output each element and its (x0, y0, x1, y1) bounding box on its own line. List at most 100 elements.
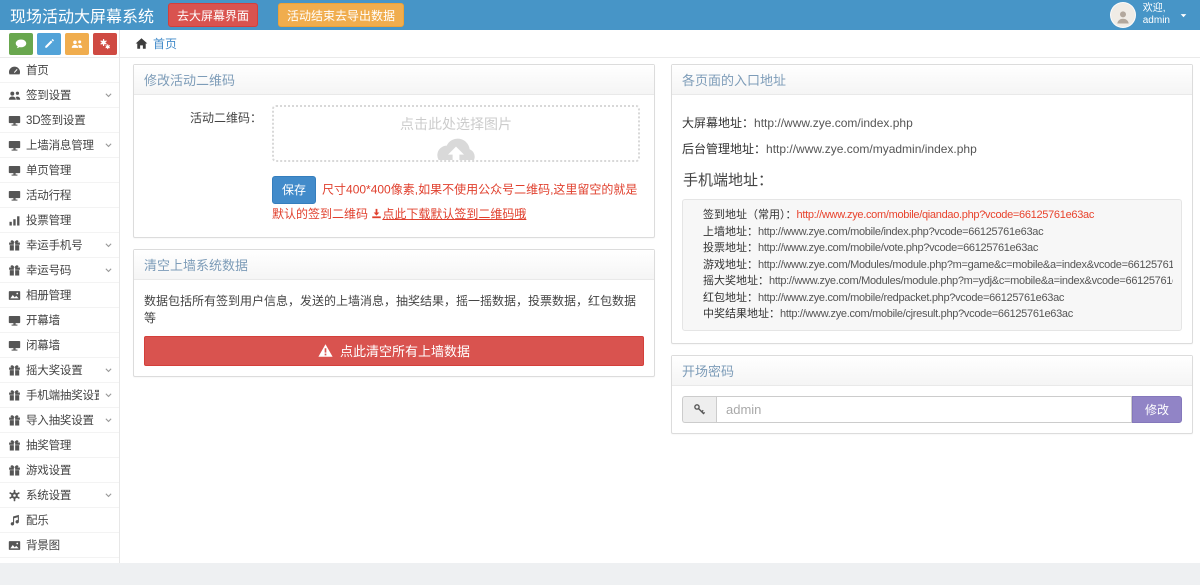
chart-icon (8, 214, 21, 227)
user-dropdown[interactable]: 欢迎, admin (1110, 2, 1200, 28)
breadcrumb: 首页 (120, 30, 177, 57)
qr-upload-dropzone[interactable]: 点击此处选择图片 (272, 105, 640, 162)
chevron-down-icon (104, 91, 113, 100)
content-area: 修改活动二维码 活动二维码： 点击此处选择图片 保存尺寸400*400像素,如果… (120, 58, 1200, 563)
gift-icon (8, 464, 21, 477)
export-data-button[interactable]: 活动结束去导出数据 (278, 3, 404, 27)
breadcrumb-home-link[interactable]: 首页 (153, 35, 177, 52)
sidebar-item[interactable]: 相册管理 (0, 283, 119, 308)
desktop-icon (8, 339, 21, 352)
settings-quick-button[interactable] (93, 33, 117, 55)
sidebar-item[interactable]: 单页管理 (0, 158, 119, 183)
sidebar-item[interactable]: 手机端抽奖设置 (0, 383, 119, 408)
sub-toolbar: 首页 (0, 30, 1200, 58)
photo-icon (8, 289, 21, 302)
sidebar-item[interactable]: 摇大奖设置 (0, 358, 119, 383)
pencil-icon (43, 38, 55, 50)
person-icon (1115, 9, 1131, 25)
gift-icon (8, 414, 21, 427)
avatar[interactable] (1110, 2, 1136, 28)
cloud-upload-icon (434, 135, 478, 162)
mobile-urls-heading: 手机端地址： (683, 169, 1182, 190)
gift-icon (8, 264, 21, 277)
entry-panel-title: 各页面的入口地址 (672, 65, 1192, 95)
sidebar-item[interactable]: 幸运号码 (0, 258, 119, 283)
sidebar-item[interactable]: 开幕墙 (0, 308, 119, 333)
warning-icon (318, 343, 333, 358)
go-bigscreen-button[interactable]: 去大屏幕界面 (168, 3, 258, 27)
sidebar-item[interactable]: 配乐 (0, 508, 119, 533)
edit-quick-button[interactable] (37, 33, 61, 55)
clear-all-data-button[interactable]: 点此清空所有上墙数据 (144, 336, 644, 366)
sidebar-item[interactable]: 首页 (0, 58, 119, 83)
quick-buttons (0, 30, 120, 57)
chevron-down-icon (104, 266, 113, 275)
admin-url-link[interactable]: http://www.zye.com/myadmin/index.php (766, 142, 977, 156)
mobile-url-link[interactable]: http://www.zye.com/mobile/qiandao.php?vc… (797, 209, 1095, 221)
chevron-down-icon (104, 366, 113, 375)
mobile-urls-box: 签到地址（常用）：http://www.zye.com/mobile/qiand… (682, 199, 1182, 331)
download-default-qr-link[interactable]: 点此下载默认签到二维码哦 (382, 207, 526, 221)
users-quick-button[interactable] (65, 33, 89, 55)
caret-down-icon (1179, 11, 1188, 20)
mobile-url-link[interactable]: http://www.zye.com/Modules/module.php?m=… (769, 275, 1173, 287)
sidebar-item[interactable]: 投票管理 (0, 208, 119, 233)
opening-password-input[interactable] (716, 396, 1132, 423)
mobile-url-link[interactable]: http://www.zye.com/mobile/redpacket.php?… (758, 292, 1064, 304)
sidebar-item[interactable]: 游戏设置 (0, 458, 119, 483)
mobile-url-link[interactable]: http://www.zye.com/mobile/index.php?vcod… (758, 226, 1043, 238)
sidebar-item[interactable]: 活动行程 (0, 183, 119, 208)
main-area: 首页 签到设置 3D签到设置 上墙消息管理 单页管理 活动行程 投票管理 幸运手… (0, 58, 1200, 563)
download-icon (371, 208, 382, 219)
upload-hint-text: 点击此处选择图片 (274, 114, 638, 134)
sidebar-item[interactable]: 导入抽奖设置 (0, 408, 119, 433)
qr-panel-title: 修改活动二维码 (134, 65, 654, 95)
message-quick-button[interactable] (9, 33, 33, 55)
music-icon (8, 514, 21, 527)
modify-password-button[interactable]: 修改 (1132, 396, 1182, 423)
key-icon (693, 403, 706, 416)
desktop-icon (8, 189, 21, 202)
mobile-url-link[interactable]: http://www.zye.com/mobile/vote.php?vcode… (758, 242, 1038, 254)
desktop-icon (8, 164, 21, 177)
right-column: 各页面的入口地址 大屏幕地址：http://www.zye.com/index.… (671, 64, 1193, 445)
sidebar-item[interactable]: 签到设置 (0, 83, 119, 108)
left-column: 修改活动二维码 活动二维码： 点击此处选择图片 保存尺寸400*400像素,如果… (133, 64, 655, 388)
opening-password-panel: 开场密码 修改 (671, 355, 1193, 434)
users-icon (8, 89, 21, 102)
mobile-url-link[interactable]: http://www.zye.com/Modules/module.php?m=… (758, 259, 1173, 271)
sidebar-item[interactable]: 闭幕墙 (0, 333, 119, 358)
mobile-url-line: 红包地址：http://www.zye.com/mobile/redpacket… (703, 290, 1173, 307)
key-addon (682, 396, 716, 423)
sidebar-item[interactable]: 3D签到设置 (0, 108, 119, 133)
sidebar-item[interactable]: 抽奖管理 (0, 433, 119, 458)
desktop-icon (8, 114, 21, 127)
qr-panel: 修改活动二维码 活动二维码： 点击此处选择图片 保存尺寸400*400像素,如果… (133, 64, 655, 238)
app-window: 现场活动大屏幕系统 去大屏幕界面 活动结束去导出数据 欢迎, admin 首页 (0, 0, 1200, 563)
chevron-down-icon (104, 391, 113, 400)
mobile-url-line: 签到地址（常用）：http://www.zye.com/mobile/qiand… (703, 207, 1173, 224)
chevron-down-icon (104, 141, 113, 150)
desktop-icon (8, 139, 21, 152)
password-input-group: 修改 (682, 396, 1182, 423)
mobile-url-line: 上墙地址：http://www.zye.com/mobile/index.php… (703, 224, 1173, 241)
mobile-url-line: 投票地址：http://www.zye.com/mobile/vote.php?… (703, 240, 1173, 257)
photo-icon (8, 539, 21, 552)
clear-data-panel: 清空上墙系统数据 数据包括所有签到用户信息，发送的上墙消息，抽奖结果，摇一摇数据… (133, 249, 655, 377)
gift-icon (8, 364, 21, 377)
sidebar-item[interactable]: 上墙消息管理 (0, 133, 119, 158)
sidebar-item[interactable]: 幸运手机号 (0, 233, 119, 258)
bigscreen-url-line: 大屏幕地址：http://www.zye.com/index.php (682, 114, 1182, 131)
admin-url-line: 后台管理地址：http://www.zye.com/myadmin/index.… (682, 140, 1182, 157)
mobile-url-link[interactable]: http://www.zye.com/mobile/cjresult.php?v… (780, 308, 1073, 320)
chevron-down-icon (104, 491, 113, 500)
home-icon (135, 37, 148, 50)
save-button[interactable]: 保存 (272, 176, 316, 204)
gear-icon (8, 489, 21, 502)
chevron-down-icon (104, 416, 113, 425)
bigscreen-url-link[interactable]: http://www.zye.com/index.php (754, 116, 913, 130)
welcome-text: 欢迎, admin (1143, 3, 1170, 28)
sidebar-item[interactable]: 背景图 (0, 533, 119, 558)
sidebar-item[interactable]: 系统设置 (0, 483, 119, 508)
qr-code-label: 活动二维码： (144, 105, 272, 162)
